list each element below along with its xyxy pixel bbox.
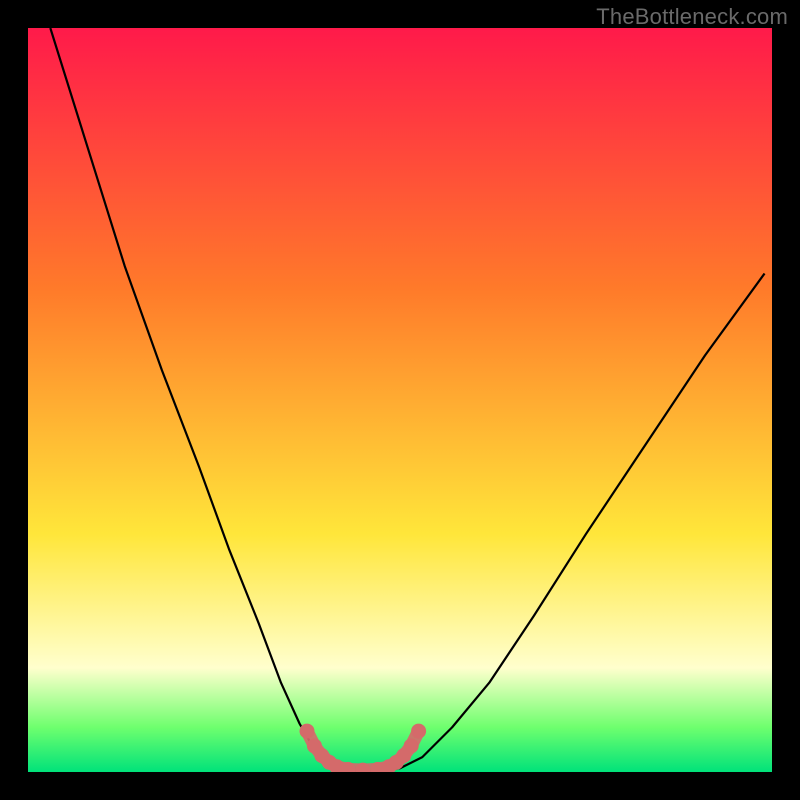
valley-dot [404,738,419,753]
plot-background [28,28,772,772]
valley-dot [300,724,315,739]
valley-dot [411,724,426,739]
watermark-text: TheBottleneck.com [596,4,788,30]
chart-svg [0,0,800,800]
chart-stage: TheBottleneck.com [0,0,800,800]
